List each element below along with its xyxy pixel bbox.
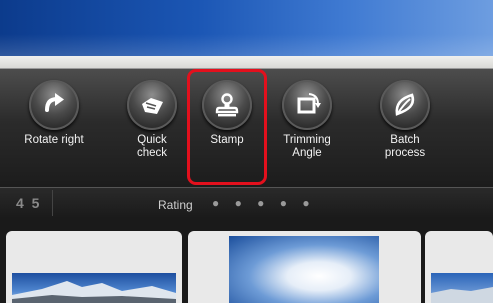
quick-check-label: Quick check bbox=[136, 134, 168, 159]
divider bbox=[52, 190, 53, 216]
trimming-angle-button[interactable]: Trimming Angle bbox=[267, 80, 347, 160]
rating-label: Rating bbox=[158, 198, 193, 212]
quick-check-icon bbox=[142, 98, 163, 114]
mountain-shape bbox=[12, 281, 176, 303]
thumbnail-image bbox=[12, 273, 176, 303]
title-bar bbox=[0, 0, 493, 56]
thumbnail-image bbox=[229, 236, 379, 303]
trimming-angle-label: Trimming Angle bbox=[283, 134, 331, 159]
batch-process-label: Batch process bbox=[384, 134, 426, 159]
rotate-right-button[interactable]: Rotate right bbox=[14, 80, 94, 147]
batch-process-button[interactable]: Batch process bbox=[365, 80, 445, 160]
menu-bar bbox=[0, 56, 493, 69]
quick-check-button[interactable]: Quick check bbox=[112, 80, 192, 160]
batch-process-icon bbox=[395, 93, 415, 116]
thumbnail-card[interactable] bbox=[188, 231, 421, 303]
rating-dots[interactable]: ● ● ● ● ● bbox=[212, 196, 316, 210]
rotate-right-label: Rotate right bbox=[24, 134, 84, 146]
mountain-shape bbox=[431, 287, 493, 303]
thumbnail-image bbox=[431, 273, 493, 303]
stamp-highlight-box bbox=[187, 69, 267, 185]
rotate-right-icon bbox=[45, 93, 64, 112]
trimming-angle-icon bbox=[297, 93, 321, 114]
thumbnail-card[interactable] bbox=[6, 231, 182, 303]
rating-stars-filter[interactable]: 4 5 bbox=[16, 195, 41, 211]
thumbnail-card[interactable] bbox=[425, 231, 493, 303]
